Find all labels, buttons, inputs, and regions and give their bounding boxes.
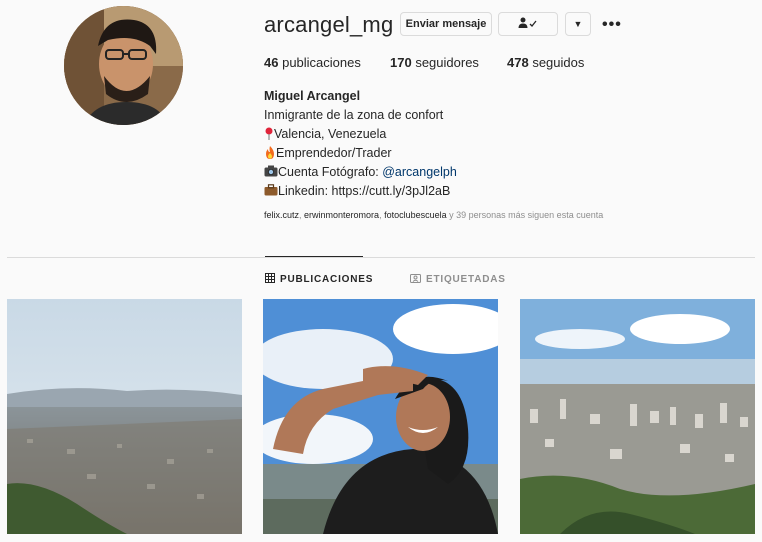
briefcase-icon — [264, 184, 278, 198]
fire-icon — [264, 146, 276, 160]
person-check-icon — [518, 17, 538, 32]
bio-line-5: Linkedin: https://cutt.ly/3pJl2aB — [264, 184, 450, 198]
tag-icon — [410, 273, 421, 286]
post-image-portrait-salute — [263, 299, 498, 534]
send-message-button[interactable]: Enviar mensaje — [400, 12, 492, 36]
followed-by-user[interactable]: fotoclubescuela — [384, 210, 447, 220]
followed-by-rest: y 39 personas más siguen esta cuenta — [446, 210, 604, 220]
bio-line-3: Emprendedor/Trader — [264, 146, 392, 160]
post-image-city-skyline — [520, 299, 755, 534]
profile-full-name: Miguel Arcangel — [264, 89, 361, 103]
following-count: 478 — [507, 55, 529, 70]
tab-etiquetadas[interactable]: ETIQUETADAS — [410, 273, 506, 286]
post-image-city-view — [7, 299, 242, 534]
posts-stat: 46 publicaciones — [264, 55, 361, 70]
profile-username: arcangel_mg — [264, 12, 394, 37]
posts-label: publicaciones — [282, 55, 361, 70]
camera-icon — [264, 165, 278, 179]
profile-avatar[interactable] — [64, 6, 183, 125]
followers-label: seguidores — [415, 55, 479, 70]
tabs-divider — [7, 257, 755, 258]
followed-by-user[interactable]: felix.cutz — [264, 210, 299, 220]
more-options-icon[interactable]: ••• — [602, 16, 622, 34]
followed-by-user[interactable]: erwinmonteromora — [304, 210, 379, 220]
pin-icon — [264, 127, 274, 141]
avatar-photo — [64, 6, 183, 125]
followers-count: 170 — [390, 55, 412, 70]
active-tab-indicator — [265, 256, 363, 257]
following-button[interactable] — [498, 12, 558, 36]
followed-by-text[interactable]: felix.cutz, erwinmonteromora, fotoclubes… — [264, 210, 603, 220]
following-label: seguidos — [532, 55, 585, 70]
tab-label: ETIQUETADAS — [426, 274, 506, 285]
tab-label: PUBLICACIONES — [280, 274, 374, 285]
bio-line-2: Valencia, Venezuela — [264, 127, 386, 141]
bio-line-1: Inmigrante de la zona de confort — [264, 108, 444, 122]
following-stat[interactable]: 478 seguidos — [507, 55, 584, 70]
suggestions-dropdown-button[interactable]: ▼ — [565, 12, 591, 36]
post-thumbnail[interactable] — [520, 299, 755, 534]
posts-count: 46 — [264, 55, 279, 70]
tab-publicaciones[interactable]: PUBLICACIONES — [265, 273, 373, 286]
post-thumbnail[interactable] — [263, 299, 498, 534]
post-thumbnail[interactable] — [7, 299, 242, 534]
grid-icon — [265, 273, 275, 286]
followers-stat[interactable]: 170 seguidores — [390, 55, 479, 70]
photographer-account-link[interactable]: @arcangelph — [382, 165, 457, 179]
chevron-down-icon: ▼ — [573, 19, 583, 29]
bio-line-4: Cuenta Fotógrafo: @arcangelph — [264, 165, 457, 179]
